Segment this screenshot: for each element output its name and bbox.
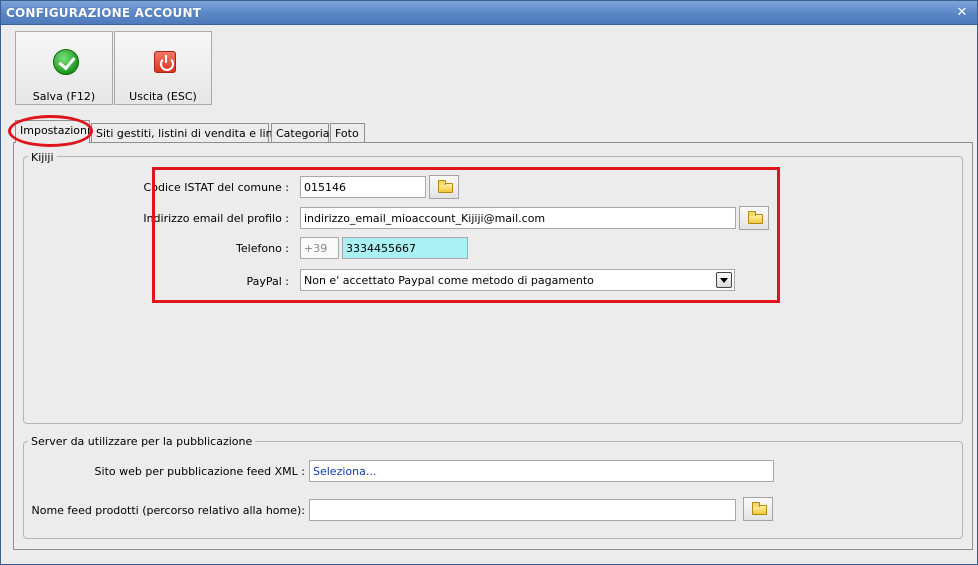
exit-button[interactable]: Uscita (ESC) — [114, 31, 212, 105]
configuration-window: CONFIGURAZIONE ACCOUNT ✕ Salva (F12) Usc… — [0, 0, 978, 565]
site-select-input[interactable] — [309, 460, 774, 482]
folder-icon — [752, 502, 767, 515]
tab-siti-gestiti[interactable]: Siti gestiti, listini di vendita e lingu… — [91, 123, 293, 142]
tab-label: Foto — [335, 127, 359, 140]
site-label: Sito web per pubblicazione feed XML : — [94, 465, 305, 478]
tab-categoria[interactable]: Categoria — [271, 123, 330, 142]
paypal-selected-value: Non e' accettato Paypal come metodo di p… — [304, 274, 594, 287]
window-title: CONFIGURAZIONE ACCOUNT — [6, 6, 202, 20]
email-browse-button[interactable] — [739, 206, 769, 230]
feed-name-input[interactable] — [309, 499, 736, 521]
folder-icon — [438, 180, 453, 193]
paypal-label: PayPal : — [246, 275, 289, 288]
server-group-legend: Server da utilizzare per la pubblicazion… — [28, 435, 256, 448]
exit-button-label: Uscita (ESC) — [129, 90, 197, 103]
phone-prefix-input[interactable] — [300, 237, 339, 259]
save-button[interactable]: Salva (F12) — [15, 31, 113, 105]
istat-label: Codice ISTAT del comune : — [143, 181, 289, 194]
chevron-down-icon[interactable] — [716, 272, 732, 288]
istat-browse-button[interactable] — [429, 175, 459, 199]
email-input[interactable] — [300, 207, 736, 229]
email-label: Indirizzo email del profilo : — [143, 212, 289, 225]
checkmark-icon — [53, 49, 79, 75]
phone-number-input[interactable] — [342, 237, 468, 259]
title-bar[interactable]: CONFIGURAZIONE ACCOUNT ✕ — [1, 1, 977, 25]
feed-browse-button[interactable] — [743, 497, 773, 521]
close-icon: ✕ — [956, 5, 968, 20]
paypal-select[interactable]: Non e' accettato Paypal come metodo di p… — [300, 269, 735, 291]
tab-impostazioni[interactable]: Impostazioni — [15, 120, 90, 143]
feed-label: Nome feed prodotti (percorso relativo al… — [31, 504, 305, 517]
tab-label: Categoria — [276, 127, 330, 140]
server-group — [23, 441, 963, 539]
kijiji-group-legend: Kijiji — [28, 151, 57, 164]
tab-foto[interactable]: Foto — [330, 123, 365, 142]
save-button-label: Salva (F12) — [32, 90, 96, 103]
tab-label: Siti gestiti, listini di vendita e lingu… — [96, 127, 294, 140]
power-icon — [152, 49, 178, 75]
tab-label: Impostazioni — [20, 124, 91, 137]
folder-icon — [748, 211, 763, 224]
istat-input[interactable] — [300, 176, 426, 198]
close-button[interactable]: ✕ — [953, 4, 971, 22]
phone-label: Telefono : — [236, 242, 289, 255]
